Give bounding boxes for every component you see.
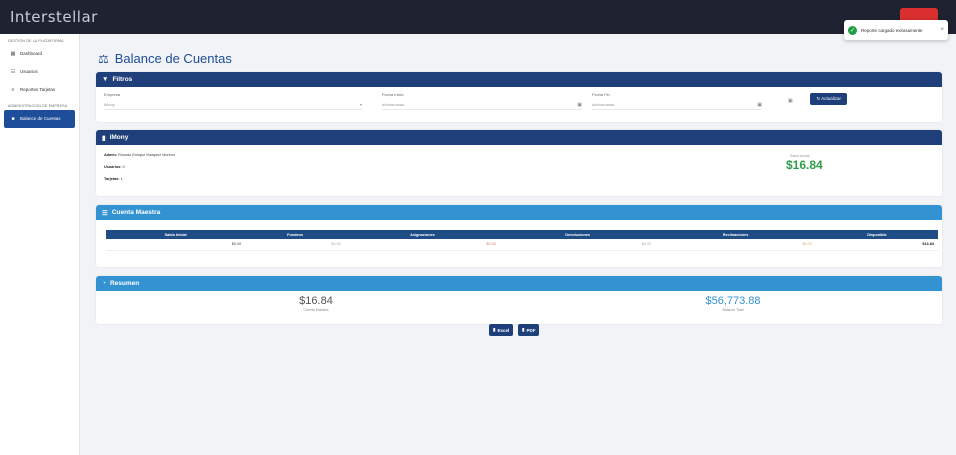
tarjetas-label: Tarjetas:	[104, 177, 120, 181]
tarjetas-row: Tarjetas: 1	[104, 177, 123, 181]
calendar-icon[interactable]: ▣	[788, 98, 793, 104]
fecha-inicio-group: Fecha Inicio dd/mm/aaaa ▣	[382, 92, 582, 110]
brand-logo[interactable]: Interstellar	[0, 8, 98, 26]
sidebar-item-label: Dashboard	[20, 51, 43, 57]
building-icon: ▮	[102, 134, 106, 142]
maestra-table: Saldo Inicial Fondeos Asignaciones Devol…	[106, 230, 938, 251]
usuarios-row: Usuarios: 0	[104, 165, 125, 169]
refresh-icon: ↻	[816, 96, 821, 101]
resumen-header: ◔ Resumen	[96, 276, 942, 291]
usuarios-label: Usuarios:	[104, 165, 122, 169]
tarjetas-value: 1	[120, 177, 123, 181]
pdf-label: PDF	[526, 327, 536, 333]
table-cell: $0.00	[500, 239, 656, 251]
pdf-button[interactable]: ▮ PDF	[518, 324, 540, 336]
top-bar: Interstellar	[0, 0, 956, 34]
table-header-row: Saldo Inicial Fondeos Asignaciones Devol…	[106, 230, 938, 239]
main-content: ⚖ Balance de Cuentas ▼ Filtros Empresa i…	[92, 34, 946, 324]
dashboard-icon: ▦	[10, 51, 16, 57]
admin-row: Admin: Ricardo Enrique Marquez Moreno	[104, 153, 175, 157]
column-header: Devoluciones	[500, 230, 656, 239]
chevron-down-icon: ▾	[359, 102, 362, 107]
column-header: Asignaciones	[344, 230, 501, 239]
scale-icon: ⚖	[98, 51, 109, 66]
fecha-fin-group: Fecha Fin dd/mm/aaaa ▣	[592, 92, 762, 110]
sidebar-section-company: ADMINISTRACIÓN DE EMPRESA	[8, 104, 68, 108]
table-row: $0.00 $0.00 $0.00 $0.00 $0.00 $16.84	[106, 239, 938, 251]
cuenta-maestra-value: $16.84	[299, 295, 333, 307]
sidebar-section-platform: GESTIÓN DE LA PLATAFORMA	[8, 39, 64, 43]
refresh-button[interactable]: ↻ Actualizar	[810, 93, 847, 105]
sidebar-item-label: Balance de Cuentas	[20, 116, 61, 122]
usuarios-value: 0	[122, 165, 125, 169]
pie-chart-icon: ◔	[102, 280, 106, 287]
saldo-value: $16.84	[786, 158, 823, 172]
fecha-fin-placeholder: dd/mm/aaaa	[592, 102, 615, 107]
fecha-inicio-label: Fecha Inicio	[382, 92, 404, 97]
filters-title: Filtros	[112, 76, 133, 83]
excel-label: Excel	[497, 327, 510, 333]
balance-icon: ■	[11, 116, 15, 122]
table-cell: $16.84	[815, 239, 938, 251]
empresa-select[interactable]: iMony ▾	[104, 100, 362, 110]
calendar-icon[interactable]: ▣	[577, 102, 582, 108]
column-header: Disponible	[815, 230, 938, 239]
empresa-group: Empresa iMony ▾	[104, 92, 362, 110]
table-cell: $0.00	[245, 239, 345, 251]
table-cell: $0.00	[106, 239, 246, 251]
column-header: Fondeos	[245, 230, 345, 239]
page-title: ⚖ Balance de Cuentas	[98, 51, 946, 66]
balance-total-value: $56,773.88	[705, 295, 761, 307]
fecha-inicio-input[interactable]: dd/mm/aaaa ▣	[382, 100, 582, 110]
company-card: ▮ iMony Admin: Ricardo Enrique Marquez M…	[96, 130, 942, 196]
page-title-text: Balance de Cuentas	[114, 51, 232, 66]
company-name: iMony	[109, 134, 129, 141]
sidebar-item-balance[interactable]: ■ Balance de Cuentas	[4, 110, 75, 128]
resumen-card: ◔ Resumen $16.84 Cuenta Maestra $56,773.…	[96, 276, 942, 324]
maestra-title: Cuenta Maestra	[111, 209, 161, 216]
cuenta-maestra-label: Cuenta Maestra	[303, 308, 329, 312]
report-icon: ≡	[11, 87, 15, 93]
maestra-header: ☰ Cuenta Maestra	[96, 205, 942, 220]
empresa-value: iMony	[104, 102, 115, 107]
excel-button[interactable]: ▮ Excel	[489, 324, 514, 336]
maestra-card: ☰ Cuenta Maestra Saldo Inicial Fondeos A…	[96, 205, 942, 267]
resumen-title: Resumen	[109, 280, 140, 287]
table-icon: ☰	[102, 209, 108, 217]
fecha-fin-input[interactable]: dd/mm/aaaa ▣	[592, 100, 762, 110]
excel-icon: ▮	[493, 327, 496, 332]
sidebar-item-label: Usuarios	[20, 69, 38, 75]
toast-message: Reporte cargado exitosamente	[861, 27, 923, 33]
admin-value: Ricardo Enrique Marquez Moreno	[118, 153, 176, 157]
empresa-label: Empresa	[104, 92, 121, 97]
admin-label: Admin:	[104, 153, 118, 157]
fecha-inicio-placeholder: dd/mm/aaaa	[382, 102, 405, 107]
balance-total-label: Balance Total	[722, 308, 744, 312]
sidebar-item-label: Reportes Tarjetas	[20, 87, 56, 93]
filters-header: ▼ Filtros	[96, 72, 942, 87]
column-header: Saldo Inicial	[106, 230, 246, 239]
sidebar-item-reportes[interactable]: ≡ Reportes Tarjetas	[0, 81, 79, 99]
table-cell: $0.00	[655, 239, 816, 251]
users-icon: ☷	[10, 69, 16, 75]
sidebar-item-usuarios[interactable]: ☷ Usuarios	[0, 63, 79, 81]
calendar-icon[interactable]: ▣	[757, 102, 762, 108]
fecha-fin-label: Fecha Fin	[592, 92, 610, 97]
refresh-label: Actualizar	[821, 96, 841, 101]
table-cell: $0.00	[344, 239, 501, 251]
close-icon[interactable]: ×	[940, 27, 944, 33]
company-header: ▮ iMony	[96, 130, 942, 145]
filters-card: ▼ Filtros Empresa iMony ▾ Fecha Inicio d…	[96, 72, 942, 122]
sidebar: GESTIÓN DE LA PLATAFORMA ▦ Dashboard ☷ U…	[0, 34, 80, 455]
pdf-icon: ▮	[522, 327, 525, 332]
column-header: Reclinaciones	[655, 230, 816, 239]
sidebar-item-dashboard[interactable]: ▦ Dashboard	[0, 45, 79, 63]
filter-icon: ▼	[102, 76, 109, 83]
